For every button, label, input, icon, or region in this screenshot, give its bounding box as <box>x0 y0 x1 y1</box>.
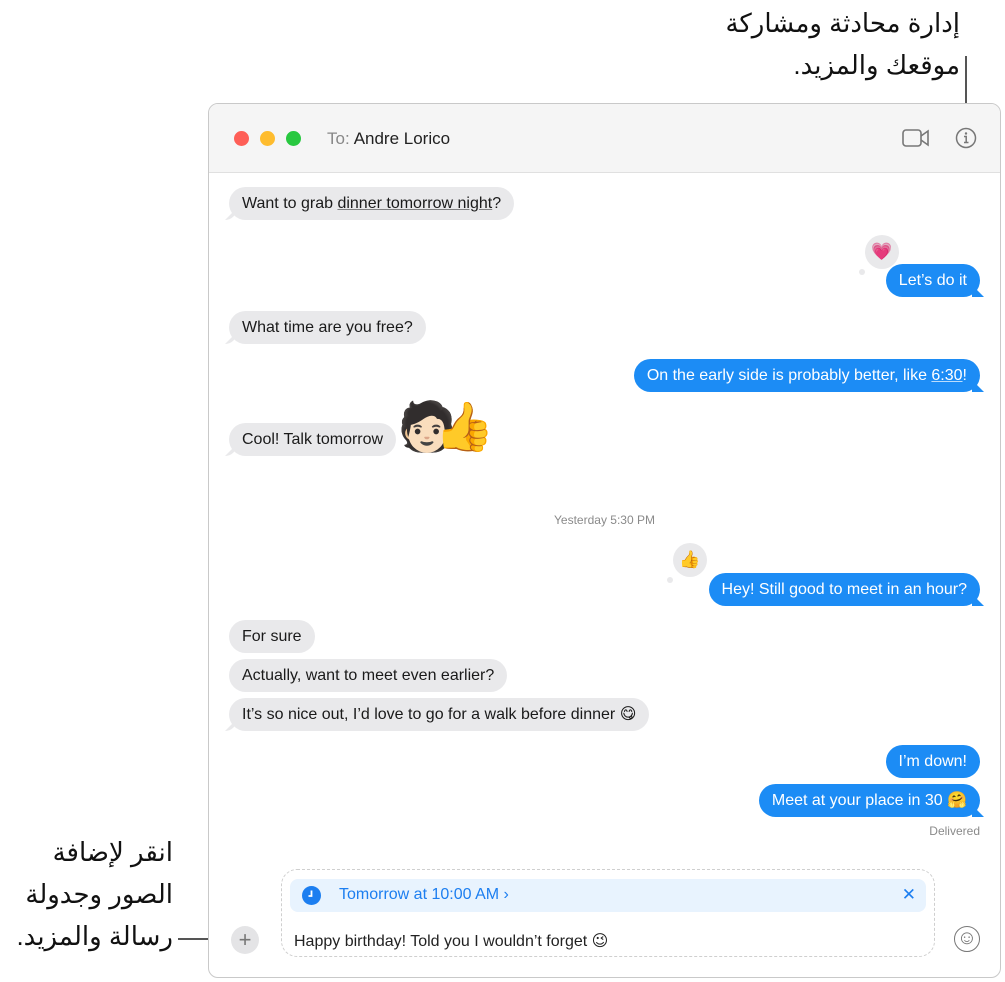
message-bubble[interactable]: For sure <box>229 620 315 653</box>
thumbs-up-tapback: 👍 <box>667 543 707 583</box>
plus-button[interactable]: + <box>231 926 259 954</box>
info-icon[interactable] <box>955 127 977 149</box>
recipient-name: Andre Lorico <box>353 129 451 148</box>
compose-text[interactable]: Happy birthday! Told you I wouldn’t forg… <box>294 931 608 951</box>
data-detector-link[interactable]: dinner tomorrow night <box>337 195 492 212</box>
scheduled-send-bar[interactable]: Tomorrow at 10:00 AM › ✕ <box>290 879 926 912</box>
memoji-sticker: 🧑🏻👍 <box>397 401 494 454</box>
message-bubble[interactable]: I’m down! <box>885 745 980 778</box>
minimize-window-button[interactable] <box>260 131 275 146</box>
recipient-field[interactable]: To: Andre Lorico <box>327 129 450 149</box>
messages-window: To: Andre Lorico Want to grab dinner tomo… <box>208 103 1001 978</box>
clock-icon <box>302 886 321 905</box>
message-text: ? <box>492 195 502 212</box>
message-bubble[interactable]: Let’s do it <box>885 264 980 297</box>
callout-line: إدارة محادثة ومشاركة <box>725 8 960 38</box>
heart-icon: 💗 <box>871 242 893 261</box>
heart-tapback: 💗 <box>859 235 899 275</box>
message-bubble[interactable]: On the early side is probably better, li… <box>633 359 980 392</box>
emoji-icon[interactable]: ☺ <box>954 926 980 952</box>
cancel-schedule-button[interactable]: ✕ <box>902 885 916 905</box>
message-bubble[interactable]: Want to grab dinner tomorrow night? <box>229 187 515 220</box>
callout-line: رسالة والمزيد. <box>16 921 173 951</box>
callout-line: انقر لإضافة <box>52 837 173 867</box>
timestamp: Yesterday 5:30 PM <box>554 513 655 527</box>
scheduled-time[interactable]: Tomorrow at 10:00 AM › <box>339 886 509 904</box>
callout-line: موقعك والمزيد. <box>793 50 960 80</box>
to-label: To: <box>327 129 350 148</box>
chevron-right-icon: › <box>503 886 509 903</box>
message-bubble[interactable]: Hey! Still good to meet in an hour? <box>708 573 980 606</box>
callout-top: إدارة محادثة ومشاركة موقعك والمزيد. <box>725 2 960 86</box>
message-text: ! <box>962 367 967 384</box>
data-detector-link[interactable]: 6:30 <box>931 367 962 384</box>
callout-bottom: انقر لإضافة الصور وجدولة رسالة والمزيد. <box>16 831 173 957</box>
scheduled-time-text: Tomorrow at 10:00 AM <box>339 886 500 903</box>
message-bubble[interactable]: It’s so nice out, I’d love to go for a w… <box>229 698 650 731</box>
message-bubble[interactable]: Actually, want to meet even earlier? <box>229 659 508 692</box>
message-bubble[interactable]: Cool! Talk tomorrow <box>229 423 397 456</box>
video-camera-icon[interactable] <box>902 128 930 148</box>
thumbs-up-icon: 👍 <box>679 550 701 569</box>
message-text: On the early side is probably better, li… <box>646 367 932 384</box>
message-bubble[interactable]: What time are you free? <box>229 311 426 344</box>
message-bubble[interactable]: Meet at your place in 30 🤗 <box>758 784 980 817</box>
message-text: Want to grab <box>242 195 338 212</box>
compose-field[interactable]: Tomorrow at 10:00 AM › ✕ Happy birthday!… <box>281 869 935 957</box>
delivered-status: Delivered <box>929 824 980 838</box>
callout-line: الصور وجدولة <box>25 879 173 909</box>
close-window-button[interactable] <box>234 131 249 146</box>
zoom-window-button[interactable] <box>286 131 301 146</box>
title-bar: To: Andre Lorico <box>209 104 1000 173</box>
